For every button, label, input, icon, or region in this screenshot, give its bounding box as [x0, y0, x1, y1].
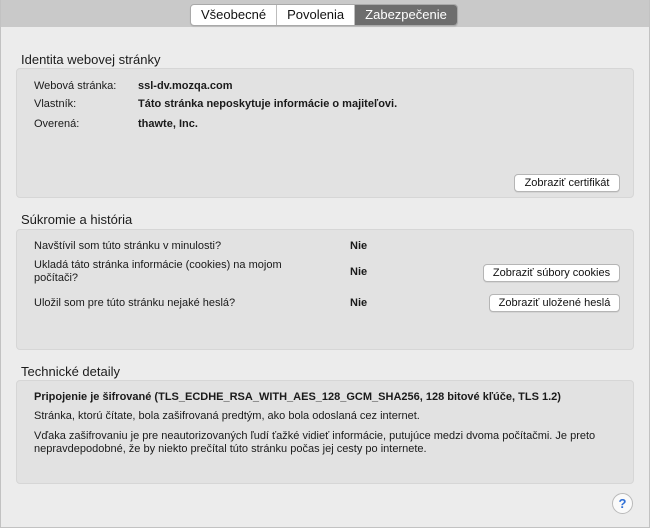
identity-section-title: Identita webovej stránky	[21, 52, 161, 67]
owner-label: Vlastník:	[34, 98, 77, 110]
technical-section-title: Technické detaily	[21, 364, 120, 379]
passwords-answer: Nie	[350, 297, 368, 309]
tab-permissions[interactable]: Povolenia	[277, 5, 356, 25]
encryption-line-1: Stránka, ktorú čítate, bola zašifrovaná …	[34, 410, 420, 422]
identity-box: Webová stránka: ssl-dv.mozqa.com Vlastní…	[16, 68, 634, 198]
passwords-question: Uložil som pre túto stránku nejaké heslá…	[34, 297, 236, 309]
encryption-line-2: Vďaka zašifrovaniu je pre neautorizovaný…	[34, 430, 596, 455]
tab-bar: Všeobecné Povolenia Zabezpečenie	[190, 4, 458, 26]
encryption-headline: Pripojenie je šifrované (TLS_ECDHE_RSA_W…	[34, 391, 561, 403]
privacy-section-title: Súkromie a história	[21, 212, 133, 227]
view-cookies-button[interactable]: Zobraziť súbory cookies	[483, 264, 620, 282]
website-label: Webová stránka:	[34, 80, 117, 92]
cookies-answer: Nie	[350, 266, 368, 278]
verified-label: Overená:	[34, 118, 80, 130]
privacy-box: Navštívil som túto stránku v minulosti? …	[16, 229, 634, 350]
view-certificate-button[interactable]: Zobraziť certifikát	[514, 174, 620, 192]
technical-box: Pripojenie je šifrované (TLS_ECDHE_RSA_W…	[16, 380, 634, 484]
cookies-question: Ukladá táto stránka informácie (cookies)…	[34, 259, 282, 284]
verified-value: thawte, Inc.	[138, 118, 198, 130]
tab-security[interactable]: Zabezpečenie	[355, 5, 457, 25]
visited-question: Navštívil som túto stránku v minulosti?	[34, 240, 222, 252]
view-passwords-button[interactable]: Zobraziť uložené heslá	[489, 294, 620, 312]
tab-general[interactable]: Všeobecné	[191, 5, 278, 25]
help-icon[interactable]: ?	[612, 493, 633, 514]
visited-answer: Nie	[350, 240, 368, 252]
owner-value: Táto stránka neposkytuje informácie o ma…	[138, 98, 398, 110]
website-value: ssl-dv.mozqa.com	[138, 80, 233, 92]
